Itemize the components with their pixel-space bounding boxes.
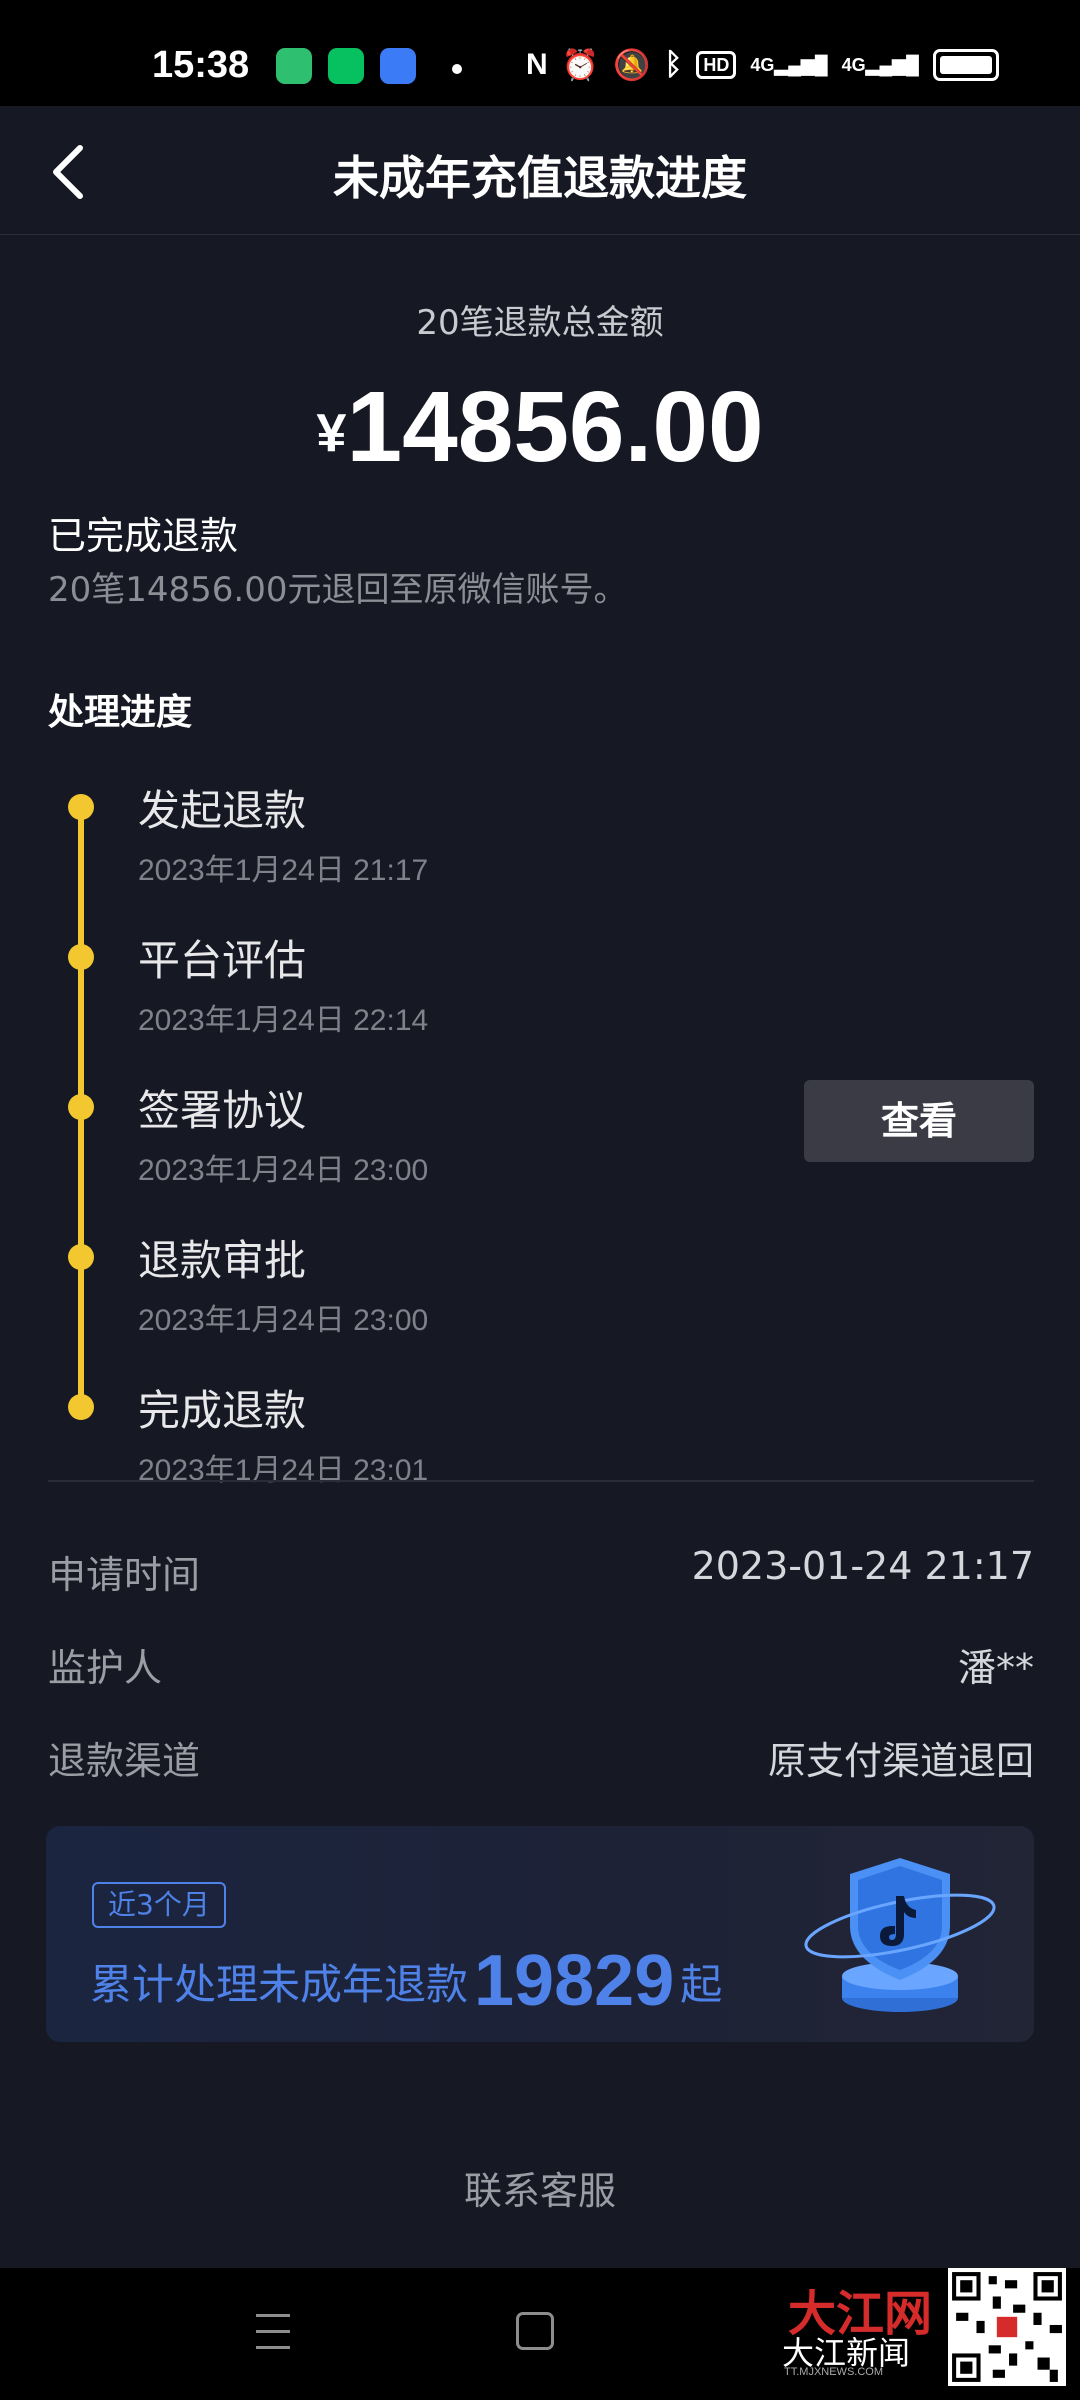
progress-section-title: 处理进度 — [48, 692, 193, 733]
status-time: 15:38 — [152, 44, 250, 86]
header: 未成年充值退款进度 — [0, 106, 1080, 235]
step-title: 发起退款 — [138, 786, 307, 835]
tiktok-shield-icon — [804, 1858, 996, 2012]
refund-status-description: 20笔14856.00元退回至原微信账号。 — [48, 570, 628, 610]
step-time: 2023年1月24日 23:00 — [138, 1304, 429, 1337]
currency-symbol: ¥ — [316, 403, 347, 463]
home-icon[interactable] — [516, 2312, 554, 2350]
menu-icon[interactable] — [256, 2314, 290, 2350]
qr-code-icon — [948, 2268, 1066, 2386]
status-bar: 15:38 N ⏰ 🔕 ᛒ HD 4G▂▄▆█ 4G▂▄▆█ — [0, 0, 1080, 106]
timeline-dot — [68, 944, 94, 970]
contact-service-link[interactable]: 联系客服 — [0, 2160, 1080, 2215]
timeline-dot — [68, 1244, 94, 1270]
signal-icon-1: 4G▂▄▆█ — [750, 54, 828, 75]
step-time: 2023年1月24日 21:17 — [138, 854, 429, 887]
signal-icon-2: 4G▂▄▆█ — [841, 54, 919, 75]
wechat-notification-icon — [328, 48, 364, 84]
hd-badge: HD — [696, 51, 737, 79]
amount-value: 14856.00 — [346, 371, 764, 483]
period-tag: 近3个月 — [92, 1882, 226, 1928]
timeline-dot — [68, 794, 94, 820]
timeline-dot — [68, 1094, 94, 1120]
total-amount: ¥14856.00 — [0, 370, 1080, 485]
app-notification-icon — [276, 48, 312, 84]
apply-time-label: 申请时间 — [48, 1553, 201, 1597]
divider — [48, 1480, 1034, 1482]
watermark-url: TT.MJXNEWS.COM — [784, 2366, 883, 2378]
page-title: 未成年充值退款进度 — [333, 151, 747, 205]
watermark-logo: 大江网 大江新闻 TT.MJXNEWS.COM — [748, 2268, 932, 2380]
alarm-icon: ⏰ — [561, 48, 600, 82]
mute-icon: 🔕 — [613, 48, 651, 82]
step-time: 2023年1月24日 23:00 — [138, 1154, 429, 1187]
banner-text: 累计处理未成年退款19829 起 — [90, 1941, 723, 2021]
refund-channel-value: 原支付渠道退回 — [767, 1739, 1034, 1783]
step-title: 完成退款 — [138, 1386, 307, 1435]
battery-icon — [932, 49, 999, 81]
step-time: 2023年1月24日 23:01 — [138, 1454, 429, 1487]
nfc-icon: N — [526, 48, 548, 81]
apply-time-value: 2023-01-24 21:17 — [691, 1544, 1034, 1588]
guardian-value: 潘** — [957, 1646, 1034, 1690]
refund-stats-banner[interactable]: 近3个月 累计处理未成年退款19829 起 — [46, 1826, 1034, 2042]
bluetooth-icon: ᛒ — [664, 48, 683, 81]
step-time: 2023年1月24日 22:14 — [138, 1004, 429, 1037]
step-title: 平台评估 — [138, 936, 307, 985]
total-amount-label: 20笔退款总金额 — [416, 303, 664, 343]
message-notification-icon — [380, 48, 416, 84]
step-title: 签署协议 — [138, 1086, 307, 1135]
more-notifications-dot — [452, 64, 462, 74]
refund-status-title: 已完成退款 — [48, 514, 239, 558]
refund-count: 19829 — [474, 1941, 675, 2021]
refund-channel-label: 退款渠道 — [48, 1739, 201, 1783]
guardian-label: 监护人 — [48, 1646, 163, 1690]
view-agreement-button[interactable]: 查看 — [804, 1080, 1034, 1162]
timeline-dot — [68, 1394, 94, 1420]
step-title: 退款审批 — [138, 1236, 307, 1285]
